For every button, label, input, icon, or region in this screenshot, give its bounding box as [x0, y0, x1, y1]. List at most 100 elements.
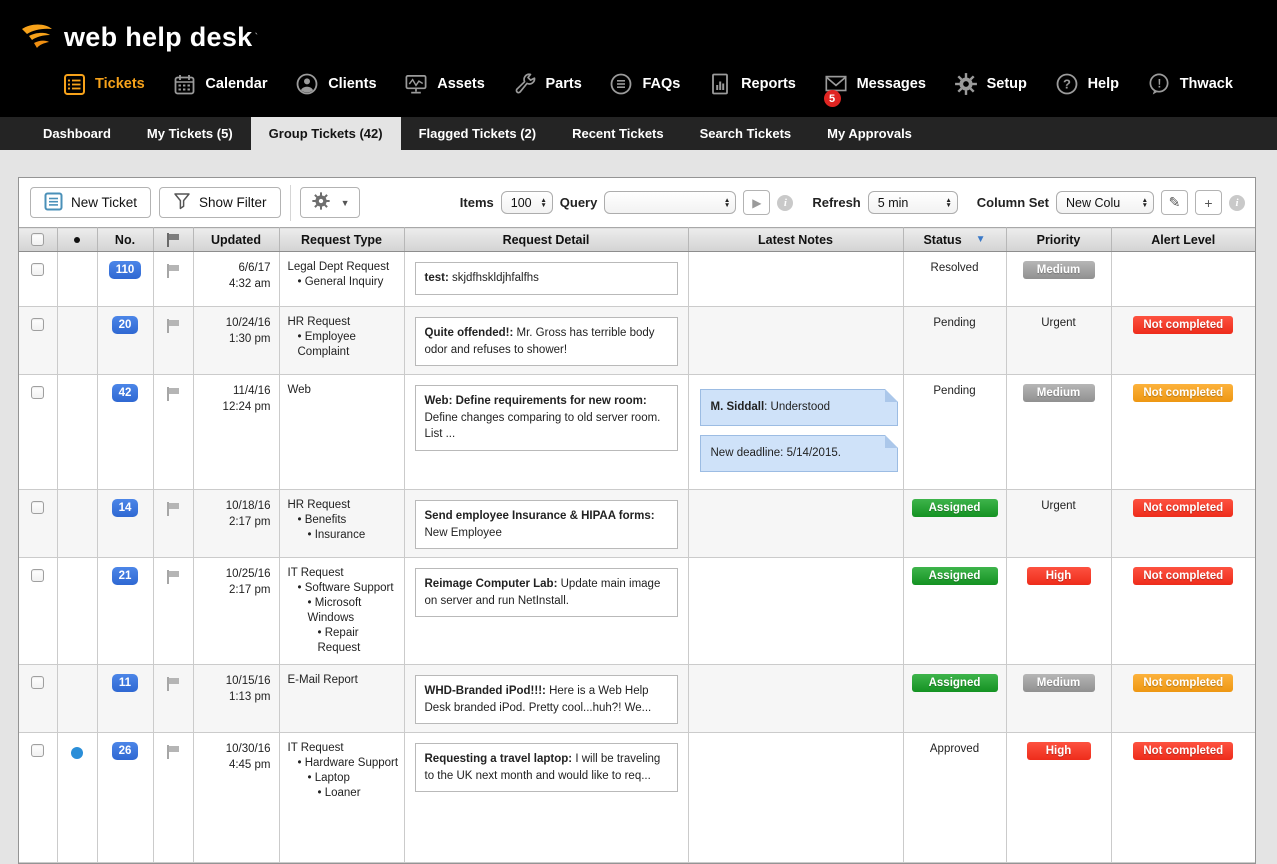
flag-icon[interactable] — [165, 677, 181, 691]
column-header-request-detail[interactable]: Request Detail — [404, 228, 688, 252]
request-detail-box[interactable]: test: skjdfhskldjhfalfhs — [415, 262, 678, 295]
nav-item-tickets[interactable]: Tickets — [62, 72, 145, 96]
status-badge: High — [1027, 742, 1091, 760]
status-cell: Approved — [903, 733, 1006, 863]
nav-item-assets[interactable]: Assets — [404, 72, 485, 96]
request-detail-box[interactable]: Quite offended!: Mr. Gross has terrible … — [415, 317, 678, 366]
nav-item-clients[interactable]: Clients — [295, 72, 376, 96]
column-header-priority[interactable]: Priority — [1006, 228, 1111, 252]
items-select[interactable]: 100 ▲▼ — [501, 191, 553, 214]
tab-recent-tickets[interactable]: Recent Tickets — [554, 117, 682, 150]
nav-item-messages[interactable]: 5Messages — [824, 72, 926, 96]
gear-menu-button[interactable]: ▼ — [300, 187, 361, 218]
report-icon — [708, 72, 732, 96]
row-checkbox[interactable] — [31, 569, 44, 582]
flag-icon[interactable] — [165, 745, 181, 759]
ticket-number-badge[interactable]: 26 — [112, 742, 139, 760]
refresh-label: Refresh — [812, 195, 860, 210]
run-query-button[interactable]: ▶ — [743, 190, 770, 215]
show-filter-button[interactable]: Show Filter — [159, 187, 281, 218]
row-checkbox[interactable] — [31, 318, 44, 331]
request-detail-box[interactable]: WHD-Branded iPod!!!: Here is a Web Help … — [415, 675, 678, 724]
tab-search-tickets[interactable]: Search Tickets — [682, 117, 810, 150]
logo-trademark: ` — [254, 32, 258, 44]
note-author: M. Siddall — [711, 401, 765, 413]
row-checkbox[interactable] — [31, 676, 44, 689]
flag-icon[interactable] — [165, 502, 181, 516]
tab-group-tickets-42[interactable]: Group Tickets (42) — [251, 117, 401, 150]
row-checkbox[interactable] — [31, 744, 44, 757]
flag-cell — [153, 733, 193, 863]
request-detail-box[interactable]: Requesting a travel laptop: I will be tr… — [415, 743, 678, 792]
column-set-select[interactable]: New Colu ▲▼ — [1056, 191, 1154, 214]
flag-icon[interactable] — [165, 387, 181, 401]
updated-date: 10/15/16 — [194, 673, 271, 689]
info-icon: i — [1229, 195, 1245, 211]
column-header-request-type[interactable]: Request Type — [279, 228, 404, 252]
request-type-main: E-Mail Report — [288, 673, 400, 688]
flag-column-header-icon[interactable] — [165, 233, 181, 247]
add-column-set-button[interactable]: + — [1195, 190, 1222, 215]
flag-cell — [153, 665, 193, 733]
tab-dashboard[interactable]: Dashboard — [25, 117, 129, 150]
unread-cell — [57, 252, 97, 307]
row-select-cell — [19, 307, 57, 375]
flag-icon[interactable] — [165, 570, 181, 584]
select-all-checkbox[interactable] — [31, 233, 44, 246]
flag-icon[interactable] — [165, 264, 181, 278]
alert-level-badge: Not completed — [1133, 384, 1233, 402]
nav-item-help[interactable]: ?Help — [1055, 72, 1119, 96]
row-checkbox[interactable] — [31, 501, 44, 514]
status-badge: Assigned — [912, 567, 998, 585]
column-header-alert-level[interactable]: Alert Level — [1111, 228, 1255, 252]
row-checkbox[interactable] — [31, 263, 44, 276]
ticket-number-badge[interactable]: 110 — [109, 261, 142, 279]
column-set-label: Column Set — [977, 195, 1049, 210]
edit-column-set-button[interactable]: ✎ — [1161, 190, 1188, 215]
updated-time: 4:32 am — [194, 276, 271, 292]
row-select-cell — [19, 665, 57, 733]
request-detail-box[interactable]: Send employee Insurance & HIPAA forms: N… — [415, 500, 678, 549]
ticket-number-badge[interactable]: 42 — [112, 384, 139, 402]
tab-my-tickets-5[interactable]: My Tickets (5) — [129, 117, 251, 150]
tab-flagged-tickets-2[interactable]: Flagged Tickets (2) — [401, 117, 555, 150]
request-type-sub: • Employee Complaint — [288, 330, 400, 360]
ticket-number-badge[interactable]: 21 — [112, 567, 139, 585]
ticket-number-badge[interactable]: 11 — [112, 674, 138, 692]
app-logo[interactable]: web help desk ` — [0, 0, 1277, 58]
column-header-latest-notes[interactable]: Latest Notes — [688, 228, 903, 252]
nav-item-reports[interactable]: Reports — [708, 72, 796, 96]
updated-cell: 10/24/161:30 pm — [193, 307, 279, 375]
new-ticket-button[interactable]: New Ticket — [30, 187, 151, 218]
alert-level-badge: Not completed — [1133, 499, 1233, 517]
unread-dot — [71, 747, 83, 759]
nav-item-parts[interactable]: Parts — [513, 72, 582, 96]
status-cell: Pending — [903, 307, 1006, 375]
nav-item-label: Clients — [328, 76, 376, 92]
unread-cell — [57, 490, 97, 558]
column-header-no[interactable]: No. — [97, 228, 153, 252]
column-header-status[interactable]: Status ▼ — [903, 228, 1006, 252]
flag-icon[interactable] — [165, 319, 181, 333]
request-detail-box[interactable]: Web: Define requirements for new room: D… — [415, 385, 678, 451]
ticket-number-badge[interactable]: 20 — [112, 316, 139, 334]
refresh-select[interactable]: 5 min ▲▼ — [868, 191, 958, 214]
request-detail-box[interactable]: Reimage Computer Lab: Update main image … — [415, 568, 678, 617]
ticket-number-badge[interactable]: 14 — [112, 499, 139, 517]
tab-my-approvals[interactable]: My Approvals — [809, 117, 930, 150]
row-checkbox[interactable] — [31, 386, 44, 399]
request-detail-cell: WHD-Branded iPod!!!: Here is a Web Help … — [404, 665, 688, 733]
query-select[interactable]: ▲▼ — [604, 191, 736, 214]
column-header-updated[interactable]: Updated — [193, 228, 279, 252]
nav-item-setup[interactable]: Setup — [954, 72, 1027, 96]
status-badge: Medium — [1023, 384, 1095, 402]
nav-item-calendar[interactable]: Calendar — [172, 72, 267, 96]
nav-item-label: FAQs — [642, 76, 680, 92]
refresh-value: 5 min — [878, 196, 909, 210]
request-detail-text: New Employee — [425, 527, 502, 539]
nav-item-thwack[interactable]: !Thwack — [1147, 72, 1233, 96]
updated-date: 11/4/16 — [194, 383, 271, 399]
updated-time: 4:45 pm — [194, 757, 271, 773]
faq-list-icon — [609, 72, 633, 96]
nav-item-faqs[interactable]: FAQs — [609, 72, 680, 96]
